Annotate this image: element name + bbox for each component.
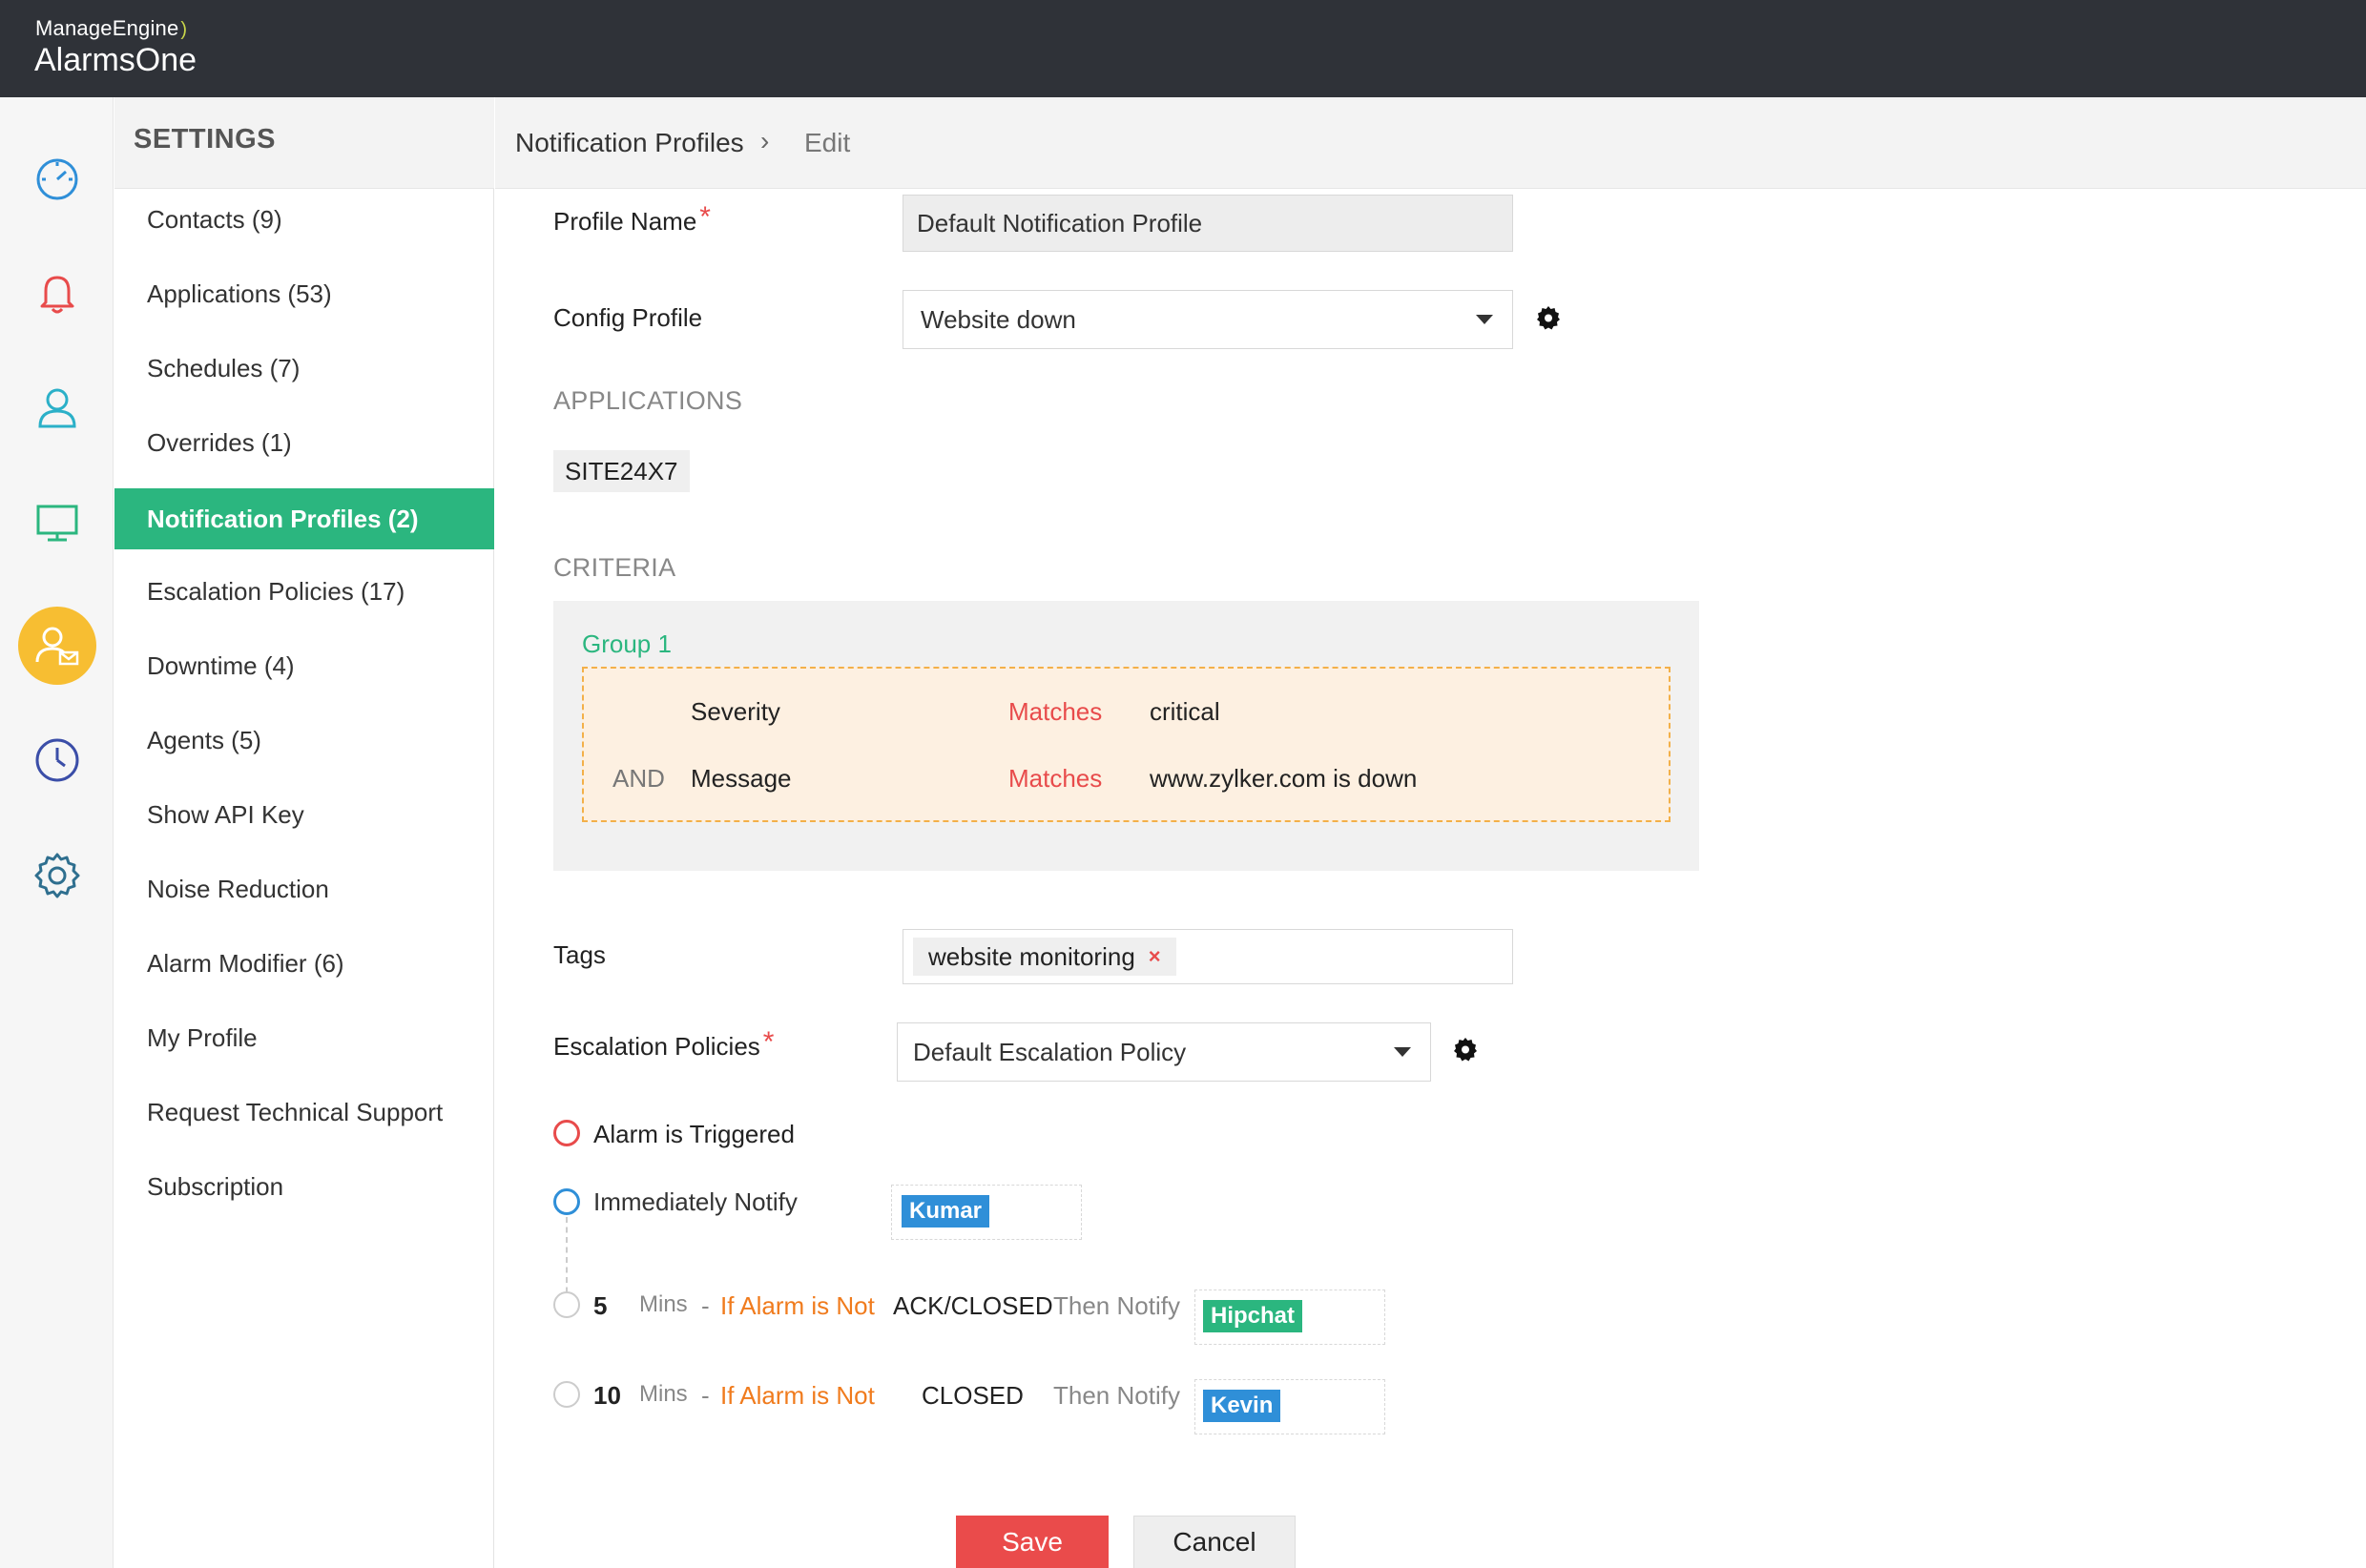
menu-item-subscription[interactable]: Subscription: [114, 1156, 494, 1217]
step-condition: If Alarm is Not: [720, 1381, 875, 1410]
step-minutes: 10: [593, 1381, 621, 1410]
icon-rail: [0, 97, 114, 1568]
config-profile-label: Config Profile: [553, 303, 703, 332]
step-then-notify: Then Notify: [1053, 1291, 1180, 1320]
menu-item-applications[interactable]: Applications (53): [114, 263, 494, 324]
menu-item-agents[interactable]: Agents (5): [114, 710, 494, 771]
menu-item-downtime[interactable]: Downtime (4): [114, 635, 494, 696]
monitor-icon[interactable]: [0, 479, 114, 565]
criteria-value: critical: [1150, 697, 1220, 726]
save-button[interactable]: Save: [956, 1516, 1109, 1568]
criteria-field: Severity: [691, 697, 780, 726]
step-unit: Mins: [639, 1381, 688, 1407]
escalation-policies-label: Escalation Policies *: [553, 1026, 775, 1061]
remove-tag-icon[interactable]: ×: [1149, 944, 1161, 969]
applications-heading: APPLICATIONS: [553, 386, 743, 415]
breadcrumb-current: Edit: [804, 128, 851, 157]
menu-item-schedules[interactable]: Schedules (7): [114, 338, 494, 399]
criteria-connector: AND: [612, 764, 665, 793]
menu-item-contacts[interactable]: Contacts (9): [114, 189, 494, 250]
recipient-badge: Hipchat: [1203, 1300, 1303, 1332]
brand-vendor: ManageEngine): [35, 16, 188, 40]
config-profile-value: Website down: [921, 304, 1076, 334]
bell-icon[interactable]: [0, 250, 114, 336]
tag-chip: website monitoring ×: [913, 938, 1176, 976]
immediately-notify-text: Immediately Notify: [593, 1187, 798, 1216]
chevron-right-icon: ›: [760, 126, 770, 155]
criteria-operator: Matches: [1008, 764, 1103, 793]
immediate-circle-icon: [553, 1188, 580, 1215]
settings-title: SETTINGS: [134, 124, 277, 155]
menu-item-alarm-modifier[interactable]: Alarm Modifier (6): [114, 933, 494, 994]
config-profile-select[interactable]: Website down: [903, 290, 1513, 349]
criteria-heading: CRITERIA: [553, 553, 676, 582]
gear-icon[interactable]: [0, 833, 114, 918]
caret-down-icon: [1394, 1047, 1411, 1057]
step-unit: Mins: [639, 1291, 688, 1317]
cancel-button[interactable]: Cancel: [1133, 1516, 1296, 1568]
tags-input[interactable]: website monitoring ×: [903, 929, 1513, 984]
menu-item-my-profile[interactable]: My Profile: [114, 1007, 494, 1068]
required-mark: *: [699, 201, 711, 233]
immediate-notify-box[interactable]: Kumar: [891, 1185, 1082, 1240]
criteria-operator: Matches: [1008, 697, 1103, 726]
clock-icon[interactable]: [0, 717, 114, 803]
config-gear-icon[interactable]: [1534, 303, 1563, 332]
breadcrumb: Notification Profiles › Edit: [495, 97, 2366, 189]
alarm-triggered-text: Alarm is Triggered: [593, 1120, 795, 1148]
profile-name-input[interactable]: Default Notification Profile: [903, 195, 1513, 252]
brand-product: AlarmsOne: [34, 42, 197, 78]
criteria-value: www.zylker.com is down: [1150, 764, 1418, 793]
breadcrumb-parent[interactable]: Notification Profiles: [515, 128, 744, 158]
dashboard-icon[interactable]: [0, 134, 114, 220]
brand-swirl-icon: ): [180, 19, 188, 40]
recipient-badge: Kevin: [1203, 1390, 1281, 1422]
tag-chip-label: website monitoring: [928, 941, 1135, 971]
timeline-connector: [566, 1217, 568, 1303]
caret-down-icon: [1476, 315, 1493, 324]
criteria-field: Message: [691, 764, 792, 793]
settings-header: SETTINGS: [114, 97, 494, 189]
step-minutes: 5: [593, 1291, 608, 1320]
triggered-circle-icon: [553, 1120, 580, 1146]
profile-name-label: Profile Name *: [553, 201, 711, 236]
step-state: CLOSED: [922, 1381, 1024, 1410]
required-mark: *: [762, 1026, 775, 1058]
menu-item-overrides[interactable]: Overrides (1): [114, 412, 494, 473]
menu-item-notification-profiles[interactable]: Notification Profiles (2): [114, 488, 494, 549]
step-dash: -: [701, 1381, 710, 1410]
step-condition: If Alarm is Not: [720, 1291, 875, 1320]
contact-mail-icon[interactable]: [18, 607, 96, 685]
step-notify-box[interactable]: Hipchat: [1194, 1289, 1385, 1345]
step-then-notify: Then Notify: [1053, 1381, 1180, 1410]
menu-item-technical-support[interactable]: Request Technical Support: [114, 1082, 494, 1143]
escalation-policy-select[interactable]: Default Escalation Policy: [897, 1022, 1431, 1082]
criteria-panel: Group 1 Severity Matches critical AND Me…: [553, 601, 1699, 871]
escalation-policy-value: Default Escalation Policy: [913, 1037, 1187, 1066]
user-icon[interactable]: [0, 364, 114, 450]
step-dash: -: [701, 1291, 710, 1320]
criteria-group: Severity Matches critical AND Message Ma…: [582, 667, 1671, 822]
step-notify-box[interactable]: Kevin: [1194, 1379, 1385, 1434]
menu-item-noise-reduction[interactable]: Noise Reduction: [114, 858, 494, 919]
menu-item-show-api-key[interactable]: Show API Key: [114, 784, 494, 845]
escalation-gear-icon[interactable]: [1451, 1035, 1480, 1063]
criteria-group-label: Group 1: [582, 629, 672, 658]
top-header: ManageEngine) AlarmsOne: [0, 0, 2366, 97]
recipient-badge: Kumar: [902, 1195, 990, 1228]
application-chip: SITE24X7: [553, 450, 690, 492]
menu-item-escalation-policies[interactable]: Escalation Policies (17): [114, 561, 494, 622]
step-circle-icon: [553, 1291, 580, 1318]
tags-label: Tags: [553, 940, 606, 969]
settings-menu: SETTINGS Contacts (9) Applications (53) …: [114, 97, 494, 1568]
step-state: ACK/CLOSED: [893, 1291, 1053, 1320]
step-circle-icon: [553, 1381, 580, 1408]
